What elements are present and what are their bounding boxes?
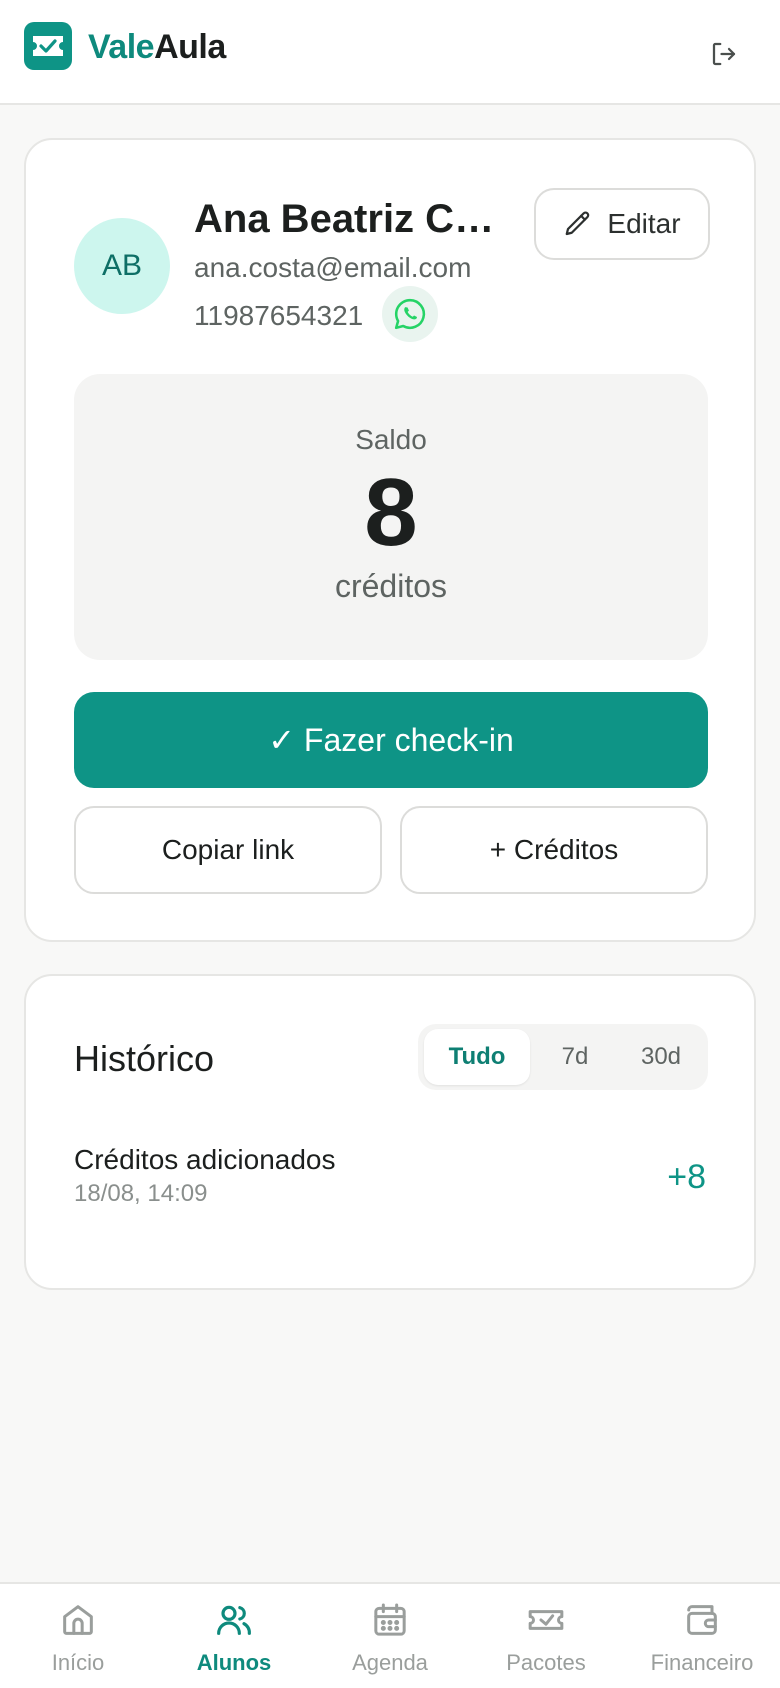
ticket-check-icon	[24, 22, 72, 70]
history-entry-date: 18/08, 14:09	[74, 1180, 208, 1207]
nav-item-financeiro[interactable]: Financeiro	[624, 1584, 780, 1688]
edit-button[interactable]: Editar	[534, 188, 710, 260]
wallet-icon	[687, 1605, 717, 1635]
history-card: Histórico Tudo 7d 30d Créditos adicionad…	[24, 974, 756, 1290]
calendar-icon	[374, 1603, 406, 1636]
users-icon	[217, 1605, 251, 1635]
nav-label-agenda: Agenda	[352, 1650, 428, 1675]
history-entry-title: Créditos adicionados	[74, 1144, 336, 1175]
balance-value: 8	[364, 459, 418, 566]
student-profile-card: AB Ana Beatriz Co... ana.costa@email.com…	[24, 138, 756, 942]
nav-label-financeiro: Financeiro	[650, 1650, 754, 1675]
student-email: ana.costa@email.com	[194, 252, 472, 283]
filter-30d[interactable]: 30d	[618, 1029, 704, 1085]
brand-part-aula: Aula	[154, 28, 226, 66]
history-title: Histórico	[74, 1038, 215, 1079]
ticket-icon	[528, 1610, 564, 1630]
home-icon	[63, 1605, 93, 1635]
nav-label-inicio: Início	[51, 1650, 105, 1675]
checkin-button[interactable]: ✓ Fazer check-in	[74, 692, 708, 788]
avatar: AB	[74, 218, 170, 314]
balance-label: Saldo	[355, 424, 427, 455]
student-name: Ana Beatriz Co...	[194, 197, 504, 241]
filter-all[interactable]: Tudo	[424, 1029, 530, 1085]
copy-link-button[interactable]: Copiar link	[74, 806, 382, 894]
add-credits-button[interactable]: + Créditos	[400, 806, 708, 894]
bottom-nav: Início Alunos Agenda Pacotes Financeiro	[0, 1582, 780, 1688]
history-entry-amount: +8	[667, 1158, 706, 1196]
pencil-icon	[566, 211, 590, 236]
nav-label-alunos: Alunos	[196, 1650, 272, 1675]
student-phone: 11987654321	[194, 300, 364, 331]
nav-item-agenda[interactable]: Agenda	[312, 1584, 468, 1688]
logout-icon[interactable]	[706, 36, 742, 72]
history-filter: Tudo 7d 30d	[418, 1024, 708, 1090]
app-header: ValeAula	[0, 0, 780, 105]
filter-7d[interactable]: 7d	[534, 1029, 616, 1085]
balance-panel: Saldo 8 créditos	[74, 374, 708, 660]
nav-item-pacotes[interactable]: Pacotes	[468, 1584, 624, 1688]
app-brand[interactable]: ValeAula	[88, 26, 226, 68]
balance-unit: créditos	[334, 568, 448, 604]
nav-item-inicio[interactable]: Início	[0, 1584, 156, 1688]
nav-label-pacotes: Pacotes	[506, 1650, 586, 1675]
brand-part-vale: Vale	[88, 28, 155, 66]
edit-button-label: Editar	[607, 208, 681, 239]
whatsapp-icon[interactable]	[382, 286, 438, 342]
nav-item-alunos[interactable]: Alunos	[156, 1584, 312, 1688]
